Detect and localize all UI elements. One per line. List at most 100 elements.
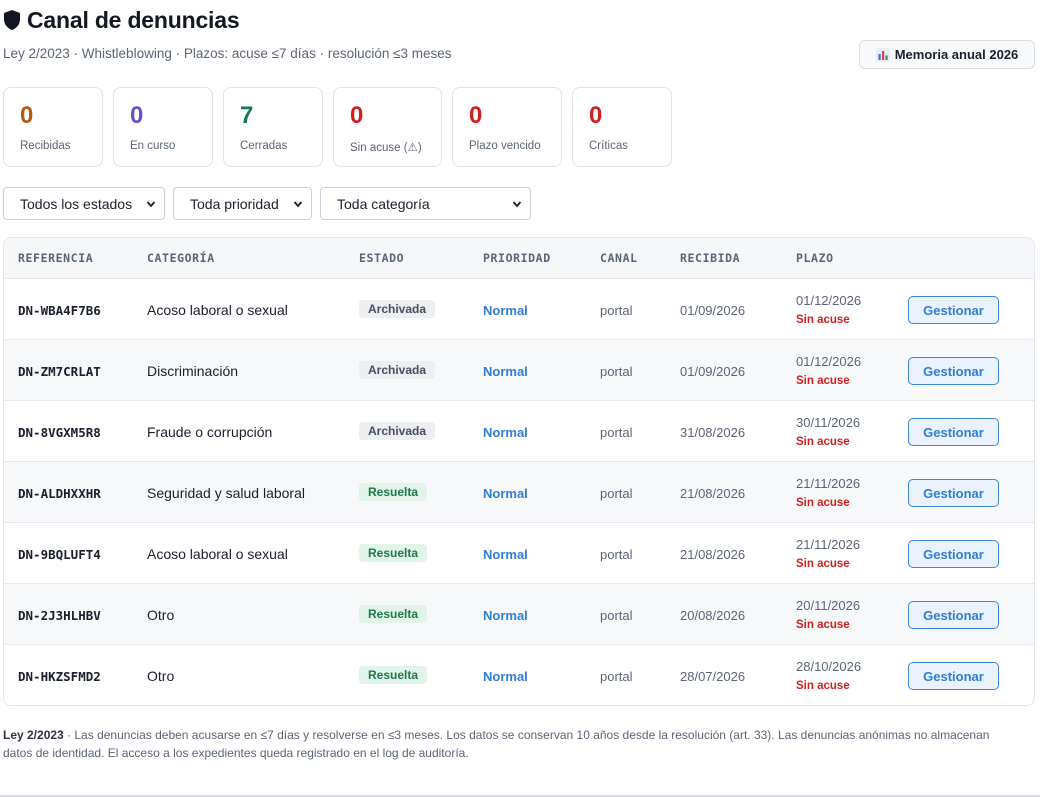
- row-channel: portal: [600, 425, 633, 440]
- stat-value: 7: [240, 102, 254, 129]
- row-category: Discriminación: [147, 363, 239, 379]
- row-deadline-warning: Sin acuse: [796, 436, 850, 448]
- row-category: Fraude o corrupción: [147, 424, 273, 440]
- stat-label: Sin acuse (⚠): [350, 142, 422, 154]
- gestionar-button[interactable]: Gestionar: [908, 540, 999, 568]
- stat-card-en-curso: 0 En curso: [113, 87, 213, 167]
- row-channel: portal: [600, 669, 633, 684]
- legal-footnote: Ley 2/2023 · Las denuncias deben acusars…: [3, 726, 1013, 762]
- filters-bar: Todos los estados Toda prioridad Toda ca…: [3, 187, 531, 220]
- stat-value: 0: [469, 102, 483, 129]
- chevron-down-icon: [146, 200, 156, 207]
- column-header-canal: CANAL: [600, 251, 638, 265]
- row-priority: Normal: [483, 669, 528, 684]
- chevron-down-icon: [512, 200, 522, 207]
- memoria-button-label: Memoria anual 2026: [894, 47, 1019, 62]
- stat-label: En curso: [130, 140, 176, 152]
- gestionar-button[interactable]: Gestionar: [908, 357, 999, 385]
- column-header-estado: ESTADO: [359, 251, 405, 265]
- stat-value: 0: [589, 102, 603, 129]
- prioridad-select-value: Toda prioridad: [190, 195, 279, 212]
- estado-select-value: Todos los estados: [20, 195, 133, 212]
- row-deadline-warning: Sin acuse: [796, 619, 850, 631]
- row-deadline-warning: Sin acuse: [796, 497, 850, 509]
- row-channel: portal: [600, 608, 633, 623]
- table-row: DN-WBA4F7B6 Acoso laboral o sexual Archiva…: [4, 279, 1034, 340]
- stat-value: 0: [130, 102, 144, 129]
- column-header-prioridad: PRIORIDAD: [483, 251, 551, 265]
- row-priority: Normal: [483, 364, 528, 379]
- status-badge: Archivada: [359, 361, 436, 379]
- denuncias-table: REFERENCIA CATEGORÍA ESTADO PRIORIDAD CA…: [3, 237, 1035, 706]
- row-received-date: 31/08/2026: [680, 425, 746, 440]
- column-header-referencia: REFERENCIA: [18, 251, 94, 265]
- stat-label: Cerradas: [240, 140, 288, 152]
- row-deadline-date: 30/11/2026: [796, 415, 861, 430]
- row-deadline-warning: Sin acuse: [796, 375, 850, 387]
- row-deadline-date: 28/10/2026: [796, 659, 862, 674]
- bar-chart-icon: [875, 47, 890, 62]
- estado-select[interactable]: Todos los estados: [3, 187, 165, 220]
- shield-icon: [4, 10, 20, 30]
- table-header: REFERENCIA CATEGORÍA ESTADO PRIORIDAD CA…: [4, 238, 1034, 279]
- row-channel: portal: [600, 547, 633, 562]
- stat-card-cerradas: 7 Cerradas: [223, 87, 323, 167]
- status-badge: Archivada: [359, 422, 436, 440]
- stat-card-plazo-vencido: 0 Plazo vencido: [452, 87, 562, 167]
- table-row: DN-2J3HLHBV Otro Resuelta Normal portal 20/08…: [4, 584, 1034, 645]
- gestionar-button[interactable]: Gestionar: [908, 479, 999, 507]
- categoria-select[interactable]: Toda categoría: [320, 187, 531, 220]
- row-received-date: 20/08/2026: [680, 608, 746, 623]
- gestionar-button[interactable]: Gestionar: [908, 418, 999, 446]
- row-reference: DN-ZM7CRLAT: [18, 364, 101, 379]
- table-row: DN-ZM7CRLAT Discriminación Archivada Normal…: [4, 340, 1034, 401]
- row-priority: Normal: [483, 425, 528, 440]
- row-deadline-warning: Sin acuse: [796, 314, 850, 326]
- row-priority: Normal: [483, 608, 528, 623]
- stats-row: 0 Recibidas 0 En curso 7 Cerradas 0 Sin …: [3, 87, 682, 167]
- stat-card-criticas: 0 Críticas: [572, 87, 672, 167]
- row-received-date: 28/07/2026: [680, 669, 746, 684]
- stat-label: Recibidas: [20, 140, 71, 152]
- chevron-down-icon: [293, 200, 303, 207]
- page-header: Canal de denuncias: [3, 6, 240, 34]
- footnote-law: Ley 2/2023: [3, 728, 64, 742]
- row-deadline-date: 21/11/2026: [796, 476, 861, 491]
- status-badge: Archivada: [359, 300, 436, 318]
- gestionar-button[interactable]: Gestionar: [908, 296, 999, 324]
- row-priority: Normal: [483, 547, 528, 562]
- page-title: Canal de denuncias: [27, 6, 240, 33]
- row-deadline-date: 01/12/2026: [796, 293, 862, 308]
- row-priority: Normal: [483, 303, 528, 318]
- stat-label: Críticas: [589, 140, 628, 152]
- gestionar-button[interactable]: Gestionar: [908, 662, 999, 690]
- stat-value: 0: [20, 102, 34, 129]
- categoria-select-value: Toda categoría: [337, 195, 430, 212]
- stat-value: 0: [350, 102, 364, 129]
- memoria-anual-button[interactable]: Memoria anual 2026: [859, 40, 1035, 69]
- stat-card-recibidas: 0 Recibidas: [3, 87, 103, 167]
- row-reference: DN-ALDHXXHR: [18, 486, 101, 501]
- row-deadline-warning: Sin acuse: [796, 680, 850, 692]
- row-deadline-date: 21/11/2026: [796, 537, 861, 552]
- table-row: DN-9BQLUFT4 Acoso laboral o sexual Resuelt…: [4, 523, 1034, 584]
- whistleblowing-page: Canal de denuncias Ley 2/2023 · Whistleb…: [0, 0, 1040, 797]
- row-reference: DN-8VGXM5R8: [18, 425, 101, 440]
- status-badge: Resuelta: [359, 666, 428, 684]
- table-row: DN-ALDHXXHR Seguridad y salud laboral Resu…: [4, 462, 1034, 523]
- row-received-date: 01/09/2026: [680, 303, 746, 318]
- row-received-date: 21/08/2026: [680, 547, 746, 562]
- table-row: DN-8VGXM5R8 Fraude o corrupción Archivada N…: [4, 401, 1034, 462]
- row-priority: Normal: [483, 486, 528, 501]
- row-channel: portal: [600, 364, 633, 379]
- row-channel: portal: [600, 486, 633, 501]
- row-reference: DN-9BQLUFT4: [18, 547, 101, 562]
- prioridad-select[interactable]: Toda prioridad: [173, 187, 312, 220]
- column-header-plazo: PLAZO: [796, 251, 834, 265]
- footnote-text: · Las denuncias deben acusarse en ≤7 día…: [3, 728, 990, 760]
- stat-label: Plazo vencido: [469, 140, 541, 152]
- row-received-date: 01/09/2026: [680, 364, 746, 379]
- status-badge: Resuelta: [359, 544, 428, 562]
- gestionar-button[interactable]: Gestionar: [908, 601, 999, 629]
- stat-card-sin-acuse: 0 Sin acuse (⚠): [333, 87, 442, 167]
